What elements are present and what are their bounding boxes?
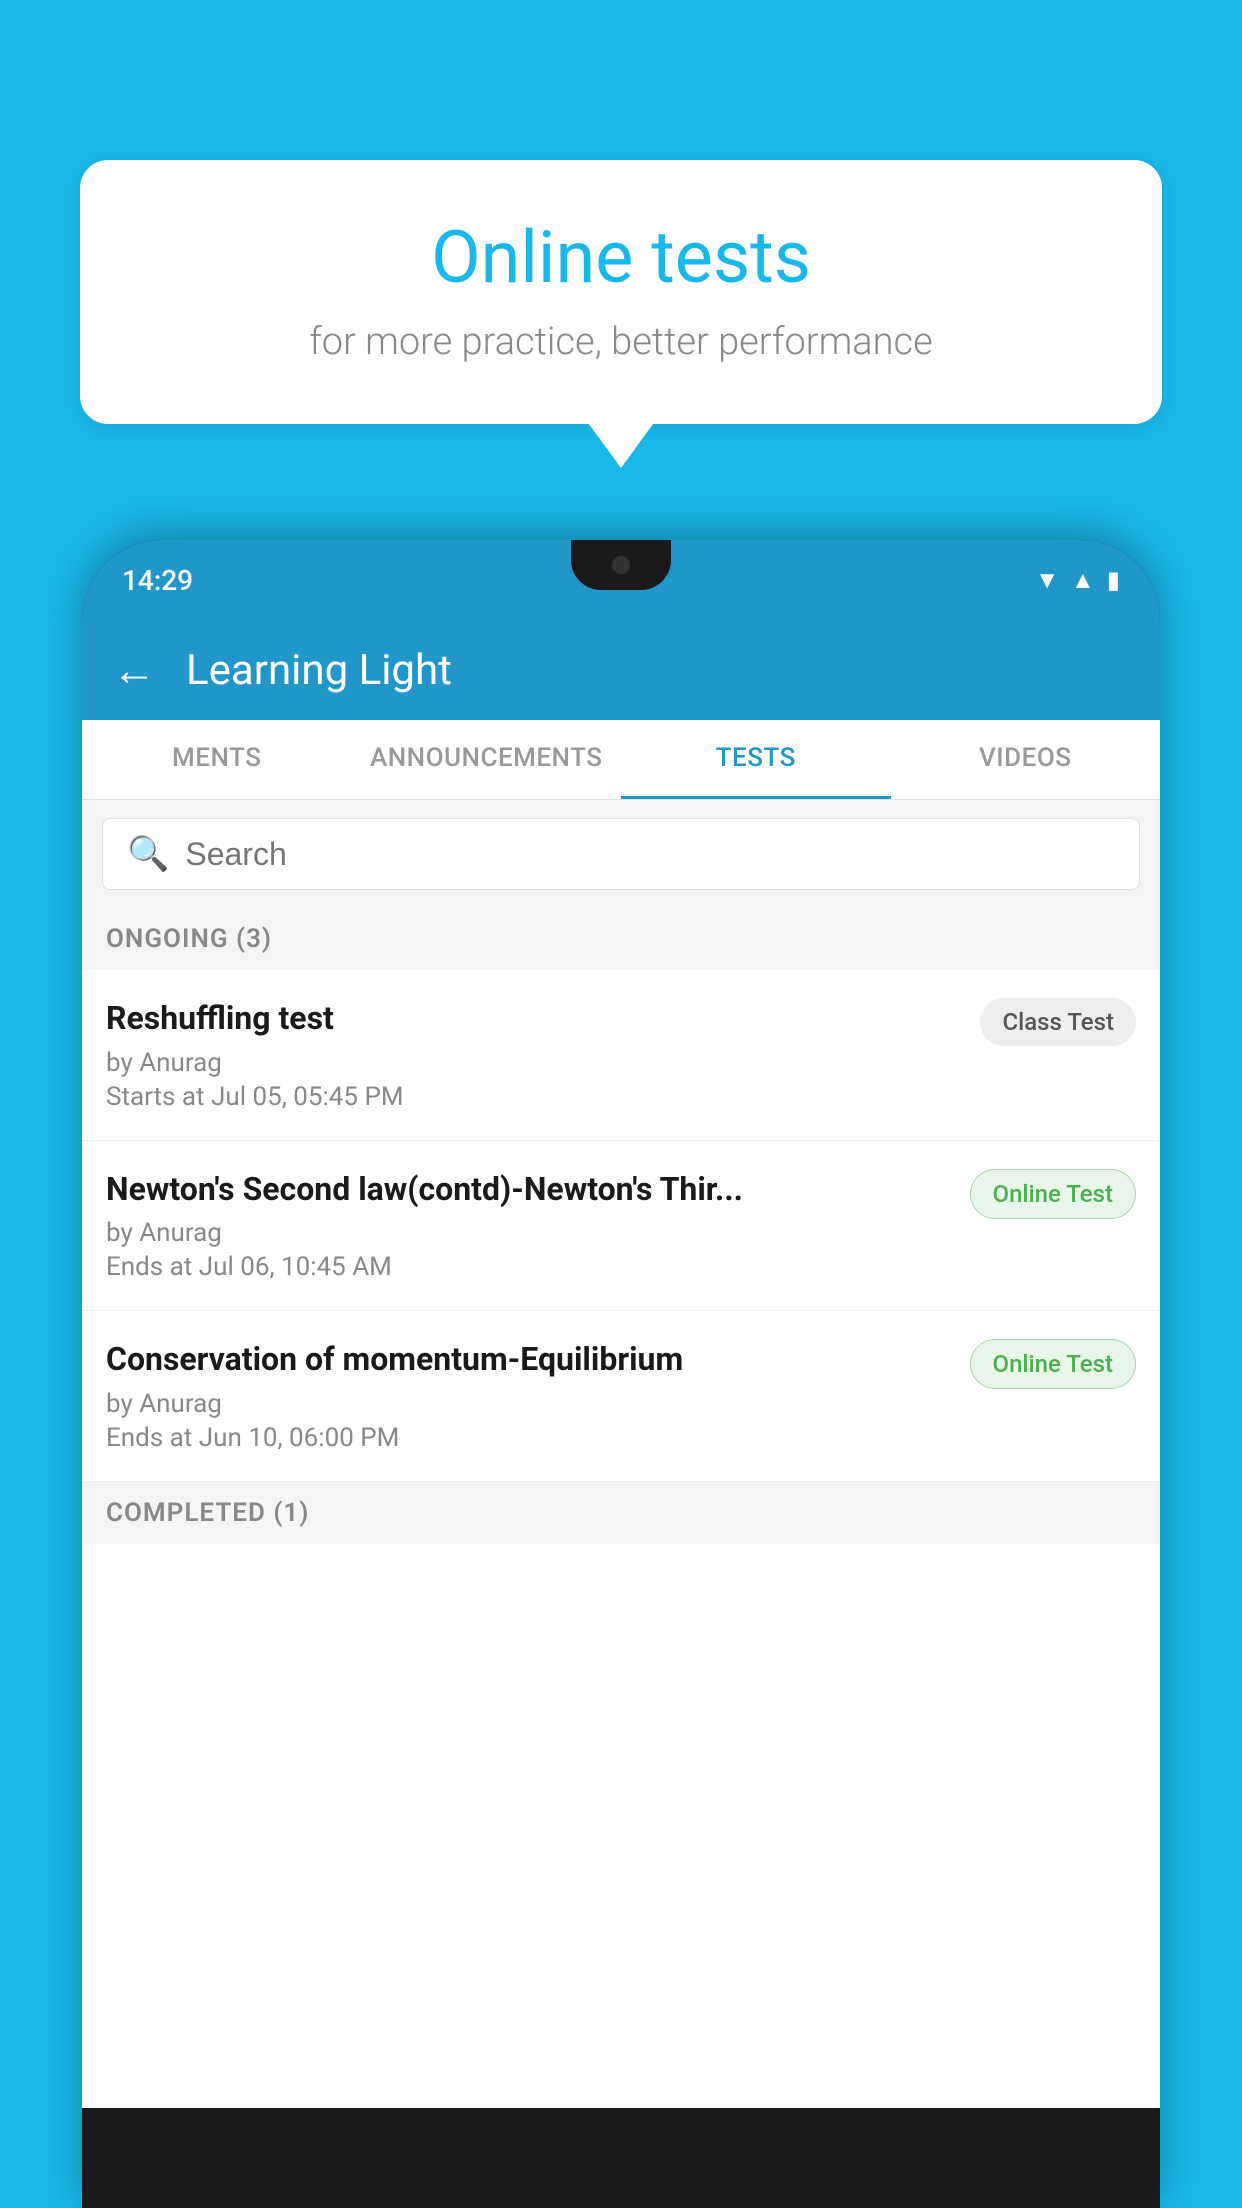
test-date-2: Ends at Jul 06, 10:45 AM [106, 1252, 954, 1282]
tab-videos[interactable]: VIDEOS [891, 720, 1161, 799]
test-author-2: by Anurag [106, 1218, 954, 1248]
phone-screen: ← Learning Light MENTS ANNOUNCEMENTS TES… [82, 620, 1160, 2108]
test-author-3: by Anurag [106, 1389, 954, 1419]
tab-tests[interactable]: TESTS [621, 720, 891, 799]
test-name-3: Conservation of momentum-Equilibrium [106, 1339, 954, 1381]
search-input[interactable] [185, 836, 1115, 873]
tabs-bar: MENTS ANNOUNCEMENTS TESTS VIDEOS [82, 720, 1160, 800]
completed-section-title: COMPLETED (1) [106, 1498, 309, 1528]
status-time: 14:29 [122, 564, 193, 597]
app-header-title: Learning Light [186, 646, 452, 695]
tab-ments[interactable]: MENTS [82, 720, 352, 799]
test-item-2-left: Newton's Second law(contd)-Newton's Thir… [106, 1169, 954, 1283]
app-header: ← Learning Light [82, 620, 1160, 720]
search-container: 🔍 [82, 800, 1160, 908]
phone-notch [571, 540, 671, 590]
test-item-3-left: Conservation of momentum-Equilibrium by … [106, 1339, 954, 1453]
test-name-1: Reshuffling test [106, 998, 964, 1040]
test-date-3: Ends at Jun 10, 06:00 PM [106, 1423, 954, 1453]
test-name-2: Newton's Second law(contd)-Newton's Thir… [106, 1169, 954, 1211]
status-icons: ▼ ▲ ▮ [1035, 566, 1120, 595]
test-item-1-left: Reshuffling test by Anurag Starts at Jul… [106, 998, 964, 1112]
speech-bubble-subtitle: for more practice, better performance [140, 320, 1102, 364]
phone-frame: 14:29 ▼ ▲ ▮ ← Learning Light MENTS ANNOU… [82, 540, 1160, 2208]
completed-section-header: COMPLETED (1) [82, 1482, 1160, 1544]
camera-dot [612, 556, 630, 574]
battery-icon: ▮ [1107, 566, 1120, 594]
test-author-1: by Anurag [106, 1048, 964, 1078]
test-badge-2: Online Test [970, 1169, 1136, 1219]
search-bar[interactable]: 🔍 [102, 818, 1140, 890]
test-list: Reshuffling test by Anurag Starts at Jul… [82, 970, 1160, 1482]
test-item-2[interactable]: Newton's Second law(contd)-Newton's Thir… [82, 1141, 1160, 1312]
speech-bubble: Online tests for more practice, better p… [80, 160, 1162, 424]
tab-announcements[interactable]: ANNOUNCEMENTS [352, 720, 622, 799]
speech-bubble-container: Online tests for more practice, better p… [80, 160, 1162, 424]
test-item-1[interactable]: Reshuffling test by Anurag Starts at Jul… [82, 970, 1160, 1141]
search-icon: 🔍 [127, 834, 169, 874]
test-item-3[interactable]: Conservation of momentum-Equilibrium by … [82, 1311, 1160, 1482]
signal-icon: ▲ [1071, 566, 1095, 595]
status-bar: 14:29 ▼ ▲ ▮ [82, 540, 1160, 620]
speech-bubble-title: Online tests [140, 215, 1102, 300]
wifi-icon: ▼ [1035, 566, 1059, 595]
test-badge-3: Online Test [970, 1339, 1136, 1389]
test-date-1: Starts at Jul 05, 05:45 PM [106, 1082, 964, 1112]
ongoing-section-header: ONGOING (3) [82, 908, 1160, 970]
ongoing-section-title: ONGOING (3) [106, 924, 272, 954]
back-button[interactable]: ← [112, 644, 156, 696]
test-badge-1: Class Test [980, 998, 1136, 1046]
